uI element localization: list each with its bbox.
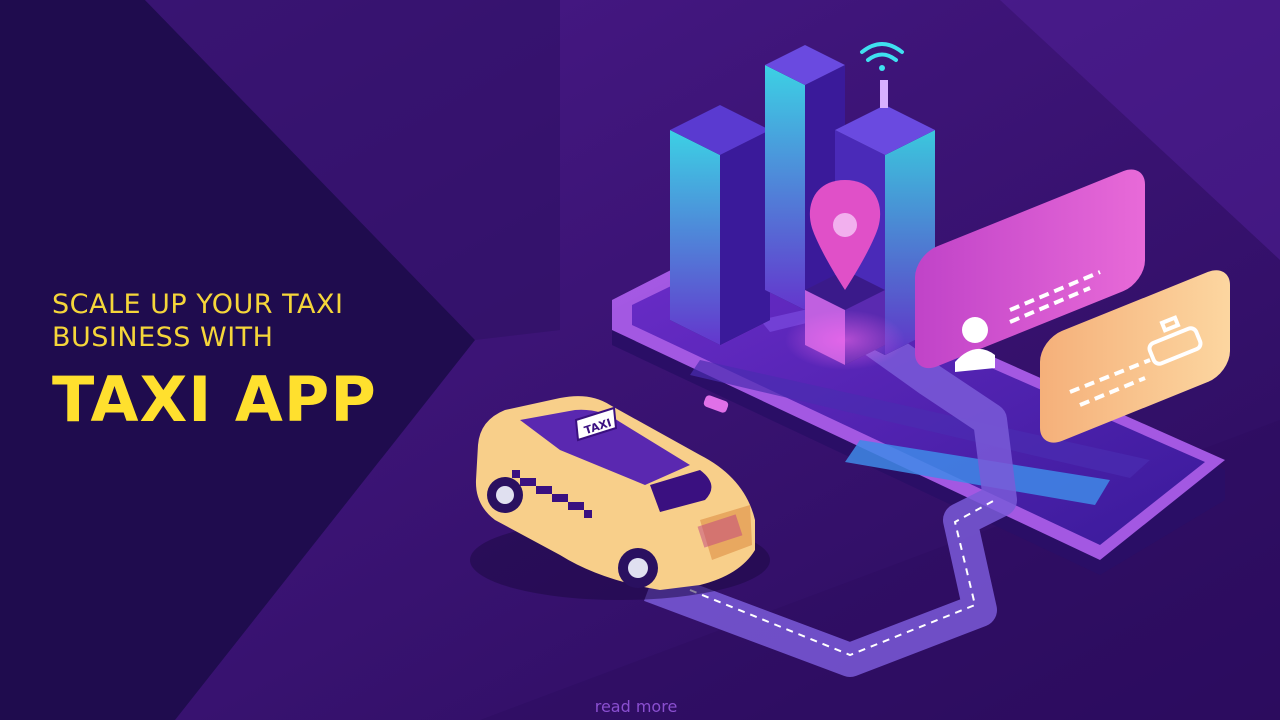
headline-line-1: SCALE UP YOUR TAXI [52,289,344,320]
headline-line-2: BUSINESS WITH [52,322,274,353]
user-icon [962,317,988,343]
headline-block: SCALE UP YOUR TAXI BUSINESS WITH [52,288,343,354]
main-title: TAXI APP [52,363,377,436]
read-more-link[interactable]: read more [0,697,1272,716]
